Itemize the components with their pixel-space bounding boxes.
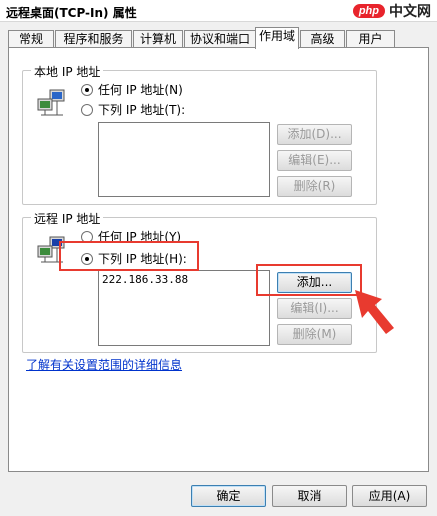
tab-scope[interactable]: 作用域 xyxy=(255,27,299,49)
local-ip-group: 本地 IP 地址 任何 IP 地址(N) 下列 IP 地址(T): 添加(D).… xyxy=(22,63,377,205)
local-edit-button[interactable]: 编辑(E)... xyxy=(277,150,352,171)
remote-ip-listbox[interactable]: 222.186.33.88 xyxy=(98,270,270,346)
highlight-box-add-button xyxy=(256,264,362,296)
learn-more-link[interactable]: 了解有关设置范围的详细信息 xyxy=(26,356,182,373)
remote-edit-button[interactable]: 编辑(I)... xyxy=(277,298,352,319)
local-ip-listbox[interactable] xyxy=(98,122,270,197)
remote-remove-button[interactable]: 删除(M) xyxy=(277,324,352,345)
tab-programs-services[interactable]: 程序和服务 xyxy=(55,30,132,48)
tab-protocols-ports[interactable]: 协议和端口 xyxy=(184,30,256,48)
ok-button[interactable]: 确定 xyxy=(191,485,266,507)
watermark-logo: php xyxy=(352,4,385,18)
watermark: php 中文网 xyxy=(352,1,431,21)
tab-users[interactable]: 用户 xyxy=(346,30,395,48)
tab-computers[interactable]: 计算机 xyxy=(133,30,183,48)
network-computers-icon xyxy=(37,89,65,116)
red-arrow-icon xyxy=(355,290,394,334)
local-add-button[interactable]: 添加(D)... xyxy=(277,124,352,145)
apply-button[interactable]: 应用(A) xyxy=(352,485,427,507)
local-remove-button[interactable]: 删除(R) xyxy=(277,176,352,197)
local-any-ip-option[interactable]: 任何 IP 地址(N) xyxy=(81,81,183,98)
watermark-site: 中文网 xyxy=(389,4,431,20)
local-any-ip-label: 任何 IP 地址(N) xyxy=(98,83,183,97)
local-list-ip-radio[interactable] xyxy=(81,103,93,116)
tab-advanced[interactable]: 高级 xyxy=(300,30,345,48)
remote-ip-entry[interactable]: 222.186.33.88 xyxy=(102,273,266,286)
local-any-ip-radio[interactable] xyxy=(81,83,93,96)
highlight-box-list-option xyxy=(59,241,199,271)
title-bar: 远程桌面(TCP-In) 属性 php 中文网 xyxy=(0,0,437,22)
local-list-ip-label: 下列 IP 地址(T): xyxy=(98,103,186,117)
cancel-button[interactable]: 取消 xyxy=(272,485,347,507)
local-ip-group-title: 本地 IP 地址 xyxy=(31,63,104,80)
local-list-ip-option[interactable]: 下列 IP 地址(T): xyxy=(81,101,185,118)
tab-general[interactable]: 常规 xyxy=(8,30,54,48)
window-title: 远程桌面(TCP-In) 属性 xyxy=(6,6,137,20)
remote-ip-group-title: 远程 IP 地址 xyxy=(31,210,104,227)
